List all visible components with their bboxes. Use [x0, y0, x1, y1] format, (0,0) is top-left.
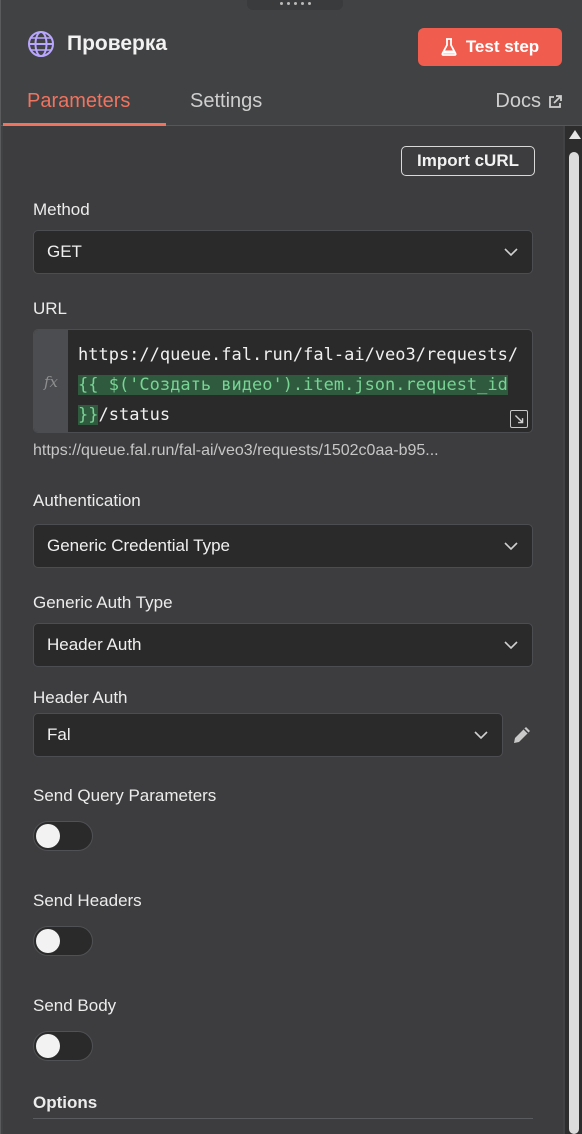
method-select[interactable]: GET	[33, 230, 533, 274]
header-auth-label: Header Auth	[33, 688, 128, 707]
authentication-select[interactable]: Generic Credential Type	[33, 524, 533, 568]
header-auth-select[interactable]: Fal	[33, 713, 503, 757]
drag-handle[interactable]	[247, 0, 343, 10]
tab-bar: Parameters Settings Docs	[1, 86, 582, 126]
send-query-parameters-toggle[interactable]	[33, 821, 93, 851]
chevron-down-icon	[504, 542, 518, 551]
send-query-parameters-label: Send Query Parameters	[33, 786, 217, 805]
method-label: Method	[33, 200, 90, 219]
vertical-scrollbar[interactable]	[565, 126, 582, 1134]
chevron-down-icon	[504, 248, 518, 257]
send-headers-label: Send Headers	[33, 891, 142, 910]
url-resolved-preview: https://queue.fal.run/fal-ai/veo3/reques…	[33, 442, 439, 459]
url-value: https://queue.fal.run/fal-ai/veo3/reques…	[78, 340, 526, 430]
tab-parameters[interactable]: Parameters	[27, 90, 130, 113]
docs-label: Docs	[495, 90, 541, 112]
toggle-knob	[36, 1034, 60, 1058]
url-prefix: https://queue.fal.run/fal-ai/veo3/reques…	[78, 345, 519, 365]
tab-settings[interactable]: Settings	[190, 90, 262, 113]
scroll-thumb[interactable]	[569, 152, 579, 1134]
send-headers-toggle[interactable]	[33, 926, 93, 956]
toggle-knob	[36, 929, 60, 953]
generic-auth-type-label: Generic Auth Type	[33, 593, 173, 612]
url-label: URL	[33, 299, 68, 318]
header-auth-value: Fal	[47, 725, 71, 744]
scroll-up-arrow-icon[interactable]	[569, 130, 581, 139]
import-curl-button[interactable]: Import cURL	[401, 146, 535, 176]
parameters-content: Import cURL Method GET URL fx https://qu…	[3, 126, 563, 1134]
send-body-label: Send Body	[33, 996, 117, 1015]
expand-editor-icon[interactable]	[510, 410, 528, 428]
expression-fx-icon: fx	[34, 330, 68, 432]
external-link-icon	[549, 94, 562, 108]
method-value: GET	[47, 242, 82, 261]
panel-header: Проверка Test step Parameters Settings D…	[1, 10, 582, 126]
node-title-row: Проверка	[27, 30, 167, 58]
url-suffix: /status	[98, 405, 171, 425]
send-body-toggle[interactable]	[33, 1031, 93, 1061]
flask-icon	[441, 38, 457, 56]
generic-auth-type-value: Header Auth	[47, 635, 142, 654]
docs-link[interactable]: Docs	[495, 90, 563, 113]
edit-credential-pencil-icon[interactable]	[511, 724, 533, 746]
options-divider	[33, 1118, 533, 1119]
test-step-label: Test step	[465, 37, 540, 56]
node-title: Проверка	[67, 32, 168, 55]
toggle-knob	[36, 824, 60, 848]
generic-auth-type-select[interactable]: Header Auth	[33, 623, 533, 667]
authentication-label: Authentication	[33, 491, 141, 510]
chevron-down-icon	[504, 641, 518, 650]
globe-icon	[28, 31, 54, 57]
options-label: Options	[33, 1093, 98, 1112]
chevron-down-icon	[474, 731, 488, 740]
url-input[interactable]: fx https://queue.fal.run/fal-ai/veo3/req…	[33, 329, 533, 433]
node-panel: Проверка Test step Parameters Settings D…	[0, 0, 582, 1134]
authentication-value: Generic Credential Type	[47, 536, 231, 555]
test-step-button[interactable]: Test step	[418, 28, 562, 66]
